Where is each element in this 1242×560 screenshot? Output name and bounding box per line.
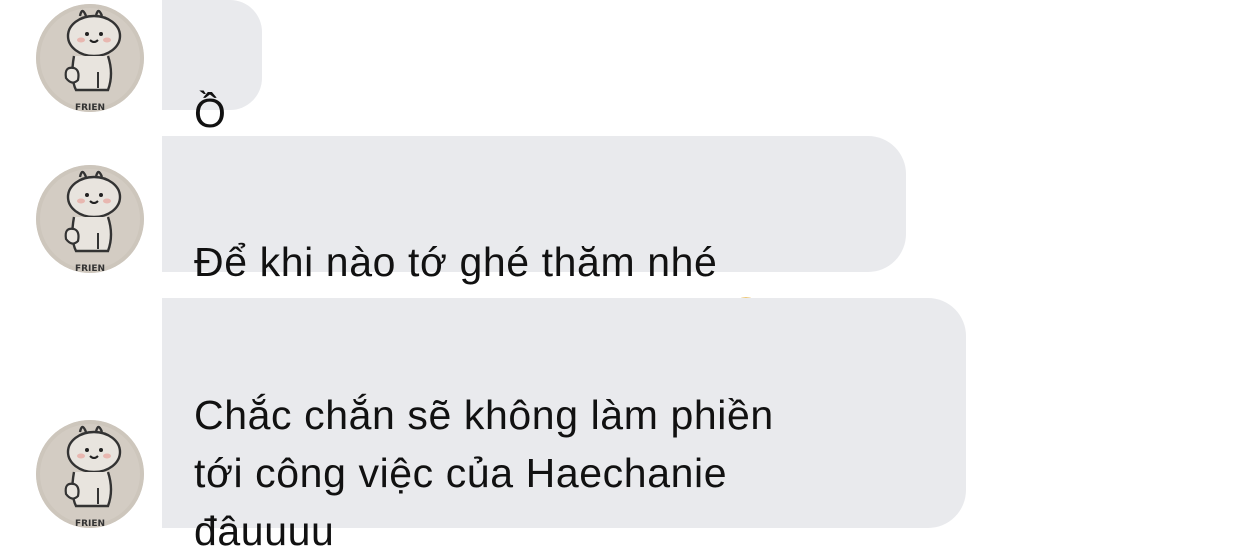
avatar[interactable]: FRIEN [36,420,144,528]
message-bubble[interactable]: Ồ [162,0,262,136]
message-bubble[interactable]: Để khi nào tớ ghé thăm nhé [162,136,906,341]
bunny-sticker-avatar-icon: FRIEN [36,4,144,112]
bunny-sticker-avatar-icon: FRIEN [36,420,144,528]
message-text: Ồ [194,90,227,136]
message-text: Để khi nào tớ ghé thăm nhé [194,239,718,285]
avatar[interactable]: FRIEN [36,4,144,112]
bunny-sticker-avatar-icon: FRIEN [36,165,144,273]
message-bubble[interactable]: Chắc chắn sẽ không làm phiền tới công vi… [162,298,966,554]
avatar-caption: FRIEN [75,519,105,528]
avatar-caption: FRIEN [75,264,105,273]
face-with-hand-over-mouth-icon [723,238,769,341]
avatar[interactable]: FRIEN [36,165,144,273]
message-thread: FRIEN Ồ FRIEN Để khi nào tớ ghé thăm nhé… [0,0,1242,554]
message-text: Chắc chắn sẽ không làm phiền tới công vi… [194,392,774,554]
avatar-caption: FRIEN [75,103,105,112]
